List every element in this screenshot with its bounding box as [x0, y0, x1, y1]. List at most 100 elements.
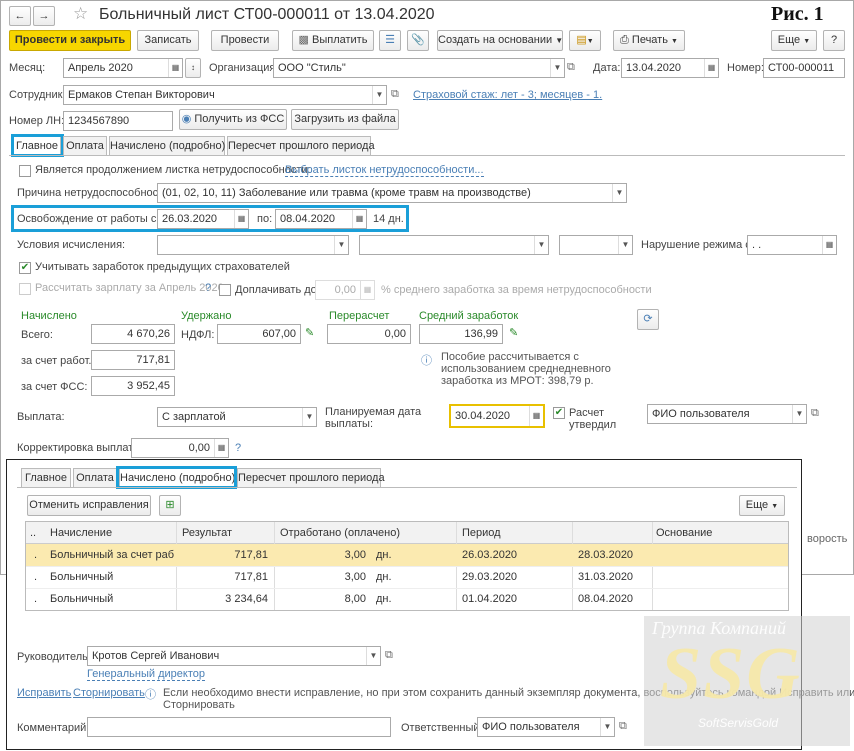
responsible-field[interactable]: ФИО пользователя ▼ — [477, 717, 615, 737]
calc-salary-checkbox[interactable] — [19, 283, 31, 295]
correction-field[interactable]: 0,00 ▦ — [131, 438, 229, 458]
recalc-field[interactable]: 0,00 — [327, 324, 411, 344]
create-based-label: Создать на основании — [438, 34, 553, 46]
user-field[interactable]: ФИО пользователя ▼ — [647, 404, 807, 424]
inset-more-button[interactable]: Еще ▼ — [739, 495, 785, 516]
calendar-icon[interactable]: ▦ — [822, 236, 836, 254]
chevron-down-icon[interactable]: ▼ — [550, 59, 564, 77]
chevron-down-icon[interactable]: ▼ — [792, 405, 806, 423]
reverse-link[interactable]: Сторнировать — [73, 687, 145, 699]
print-button[interactable]: ⎙ Печать ▼ — [613, 30, 685, 51]
chevron-down-icon[interactable]: ▼ — [600, 718, 614, 736]
col-header-accrual[interactable]: Начисление — [50, 522, 112, 544]
col-header-worked[interactable]: Отработано (оплачено) — [280, 522, 400, 544]
chevron-down-icon[interactable]: ▼ — [618, 236, 632, 254]
employee-field[interactable]: Ермаков Степан Викторович ▼ — [63, 85, 387, 105]
calc-salary-help[interactable]: ? — [205, 282, 211, 294]
head-field[interactable]: Кротов Сергей Иванович ▼ — [87, 646, 381, 666]
tab-recalc[interactable]: Пересчет прошлого периода — [227, 136, 375, 156]
create-based-button[interactable]: Создать на основании ▼ — [437, 30, 563, 51]
star-icon[interactable]: ☆ — [73, 4, 88, 24]
employer-field[interactable]: 717,81 — [91, 350, 175, 370]
month-label: Месяц: — [9, 62, 46, 74]
chevron-down-icon[interactable]: ▼ — [302, 408, 316, 426]
forward-button[interactable]: → — [33, 6, 55, 26]
col-header-period[interactable]: Период — [462, 522, 501, 544]
calculator-icon[interactable]: ▦ — [214, 439, 228, 457]
conditions-field-3[interactable]: ▼ — [559, 235, 633, 255]
tab-payment[interactable]: Оплата — [63, 136, 107, 156]
col-header-result[interactable]: Результат — [182, 522, 232, 544]
load-file-button[interactable]: Загрузить из файла — [291, 109, 399, 130]
pay-button[interactable]: ▩ Выплатить — [292, 30, 374, 51]
edit-pencil-icon[interactable]: ✎ — [305, 326, 314, 339]
calendar-icon[interactable]: ▦ — [234, 210, 248, 228]
date-value: 13.04.2020 — [626, 62, 682, 74]
report-button[interactable]: ▤▼ — [569, 30, 601, 51]
choose-sheet-link[interactable]: Выбрать листок нетрудоспособности... — [285, 164, 484, 177]
save-button[interactable]: Записать — [137, 30, 199, 51]
insurance-link[interactable]: Страховой стаж: лет - 3; месяцев - 1. — [413, 89, 602, 101]
attach-button[interactable]: 📎 — [407, 30, 429, 51]
position-link[interactable]: Генеральный директор — [87, 668, 205, 681]
open-icon[interactable]: ⧉ — [811, 407, 819, 420]
inset-tab-payment[interactable]: Оплата — [73, 468, 117, 488]
reason-field[interactable]: (01, 02, 10, 11) Заболевание или травма … — [157, 183, 627, 203]
month-field[interactable]: Апрель 2020 ▦ — [63, 58, 183, 78]
edit-pencil-icon[interactable]: ✎ — [509, 326, 518, 339]
violation-date-field[interactable]: . . ▦ — [747, 235, 837, 255]
chevron-down-icon[interactable]: ▼ — [366, 647, 380, 665]
refresh-button[interactable]: ⟳ — [637, 309, 659, 330]
get-fss-button[interactable]: ◉ Получить из ФСС — [179, 109, 287, 130]
fss-field[interactable]: 3 952,45 — [91, 376, 175, 396]
calculator-icon[interactable]: ▦ — [360, 281, 374, 299]
back-button[interactable]: ← — [9, 6, 31, 26]
post-close-button[interactable]: Провести и закрыть — [9, 30, 131, 51]
ndfl-field[interactable]: 607,00 — [217, 324, 301, 344]
chevron-down-icon[interactable]: ▼ — [534, 236, 548, 254]
chevron-down-icon[interactable]: ▼ — [612, 184, 626, 202]
payment-field[interactable]: С зарплатой ▼ — [157, 407, 317, 427]
month-clear-button[interactable]: ↕ — [185, 58, 201, 78]
release-from-field[interactable]: 26.03.2020 ▦ — [157, 209, 249, 229]
open-icon[interactable]: ⧉ — [619, 720, 627, 733]
cancel-fix-button[interactable]: Отменить исправления — [27, 495, 151, 516]
number-field[interactable]: СТ00-000011 — [763, 58, 845, 78]
inset-tab-main[interactable]: Главное — [21, 468, 71, 488]
inset-tab-recalc[interactable]: Пересчет прошлого периода — [237, 468, 385, 488]
open-icon[interactable]: ⧉ — [385, 649, 393, 662]
comment-field[interactable] — [87, 717, 391, 737]
calendar-icon[interactable]: ▦ — [529, 406, 543, 426]
continuation-checkbox[interactable] — [19, 165, 31, 177]
conditions-field-1[interactable]: ▼ — [157, 235, 349, 255]
col-header-basis[interactable]: Основание — [656, 522, 712, 544]
topup-checkbox[interactable] — [219, 284, 231, 296]
date-field[interactable]: 13.04.2020 ▦ — [621, 58, 719, 78]
payment-label: Выплата: — [17, 411, 65, 423]
calendar-icon[interactable]: ▦ — [168, 59, 182, 77]
open-icon[interactable]: ⧉ — [567, 61, 575, 74]
tab-accrued-detail[interactable]: Начислено (подробно) — [109, 136, 225, 156]
topup-field[interactable]: 0,00 ▦ — [315, 280, 375, 300]
fix-link[interactable]: Исправить — [17, 687, 71, 699]
calendar-icon[interactable]: ▦ — [352, 210, 366, 228]
add-row-button[interactable]: ⊞ — [159, 495, 181, 516]
doc-icon-button[interactable]: ☰ — [379, 30, 401, 51]
post-button[interactable]: Провести — [211, 30, 279, 51]
consider-prev-checkbox[interactable]: ✔ — [19, 262, 31, 274]
ln-field[interactable]: 1234567890 — [63, 111, 173, 131]
planned-date-field[interactable]: 30.04.2020 ▦ — [449, 404, 545, 428]
correction-help[interactable]: ? — [235, 442, 241, 454]
total-field[interactable]: 4 670,26 — [91, 324, 175, 344]
conditions-field-2[interactable]: ▼ — [359, 235, 549, 255]
more-button[interactable]: Еще ▼ — [771, 30, 817, 51]
org-field[interactable]: ООО "Стиль" ▼ — [273, 58, 565, 78]
approved-checkbox[interactable]: ✔ — [553, 407, 565, 419]
calendar-icon[interactable]: ▦ — [704, 59, 718, 77]
chevron-down-icon[interactable]: ▼ — [334, 236, 348, 254]
avg-field[interactable]: 136,99 — [419, 324, 503, 344]
help-button[interactable]: ? — [823, 30, 845, 51]
open-icon[interactable]: ⧉ — [391, 88, 399, 101]
release-to-field[interactable]: 08.04.2020 ▦ — [275, 209, 367, 229]
chevron-down-icon[interactable]: ▼ — [372, 86, 386, 104]
